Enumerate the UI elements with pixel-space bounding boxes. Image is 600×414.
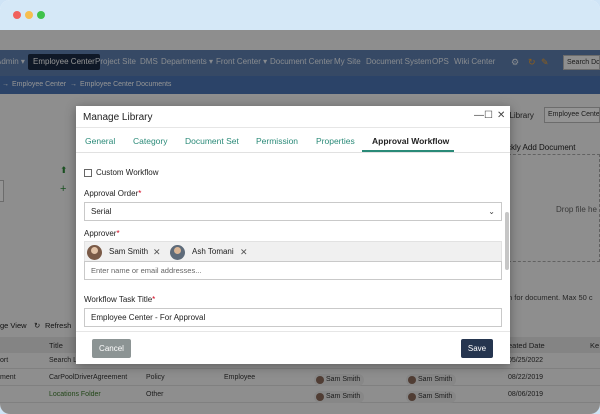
- window-titlebar: [0, 0, 600, 30]
- workflow-task-title-label: Workflow Task Title*: [84, 295, 155, 304]
- tab-general[interactable]: General: [85, 136, 115, 146]
- save-button[interactable]: Save: [461, 339, 493, 358]
- approver-tags: Sam Smith ✕ Ash Tomani ✕: [84, 241, 502, 261]
- tab-category[interactable]: Category: [133, 136, 168, 146]
- workflow-task-title-input[interactable]: Employee Center - For Approval: [84, 308, 502, 327]
- approver-label: Approver*: [84, 229, 120, 238]
- avatar: [170, 245, 185, 260]
- required-asterisk: *: [152, 295, 156, 304]
- custom-workflow-label: Custom Workflow: [96, 168, 159, 177]
- dialog-body: Custom Workflow Approval Order* Serial ⌄…: [76, 154, 510, 330]
- cancel-button[interactable]: Cancel: [92, 339, 131, 358]
- approver-label-text: Approver: [84, 229, 117, 238]
- approval-order-label-text: Approval Order: [84, 189, 139, 198]
- approver-tag: Sam Smith ✕: [87, 244, 165, 260]
- approver-input[interactable]: Enter name or email addresses...: [84, 261, 502, 280]
- remove-tag-icon[interactable]: ✕: [240, 244, 248, 260]
- approval-order-value: Serial: [91, 207, 112, 216]
- minimize-icon[interactable]: —: [474, 110, 484, 121]
- remove-tag-icon[interactable]: ✕: [153, 244, 161, 260]
- dialog-scrollbar[interactable]: [505, 212, 509, 270]
- tab-properties[interactable]: Properties: [316, 136, 355, 146]
- workflow-task-title-label-text: Workflow Task Title: [84, 295, 153, 304]
- tab-document-set[interactable]: Document Set: [185, 136, 239, 146]
- avatar: [87, 245, 102, 260]
- approval-order-label: Approval Order*: [84, 189, 141, 198]
- dialog-title: Manage Library: [83, 112, 153, 123]
- browser-window: Admin ▾ Employee Center Project Site DMS…: [0, 0, 600, 414]
- approval-order-select[interactable]: Serial ⌄: [84, 202, 502, 221]
- custom-workflow-checkbox[interactable]: [84, 169, 92, 177]
- active-tab-indicator: [362, 150, 454, 152]
- chevron-down-icon: ⌄: [488, 207, 495, 216]
- dialog-footer: Cancel Save: [76, 331, 510, 364]
- approver-tag-name: Ash Tomani: [192, 247, 234, 256]
- dialog-header: Manage Library — ☐ ✕: [76, 106, 510, 128]
- minimize-window-button[interactable]: [25, 11, 33, 19]
- close-icon[interactable]: ✕: [497, 110, 505, 121]
- tab-permission[interactable]: Permission: [256, 136, 298, 146]
- manage-library-dialog: Manage Library — ☐ ✕ General Category Do…: [76, 106, 510, 364]
- tab-approval-workflow[interactable]: Approval Workflow: [372, 136, 449, 146]
- approver-tag-name: Sam Smith: [109, 247, 149, 256]
- close-window-button[interactable]: [13, 11, 21, 19]
- required-asterisk: *: [138, 189, 142, 198]
- maximize-icon[interactable]: ☐: [484, 110, 493, 121]
- approver-tag: Ash Tomani ✕: [170, 244, 255, 260]
- required-asterisk: *: [116, 229, 120, 238]
- maximize-window-button[interactable]: [37, 11, 45, 19]
- dialog-tabs: General Category Document Set Permission…: [76, 129, 510, 153]
